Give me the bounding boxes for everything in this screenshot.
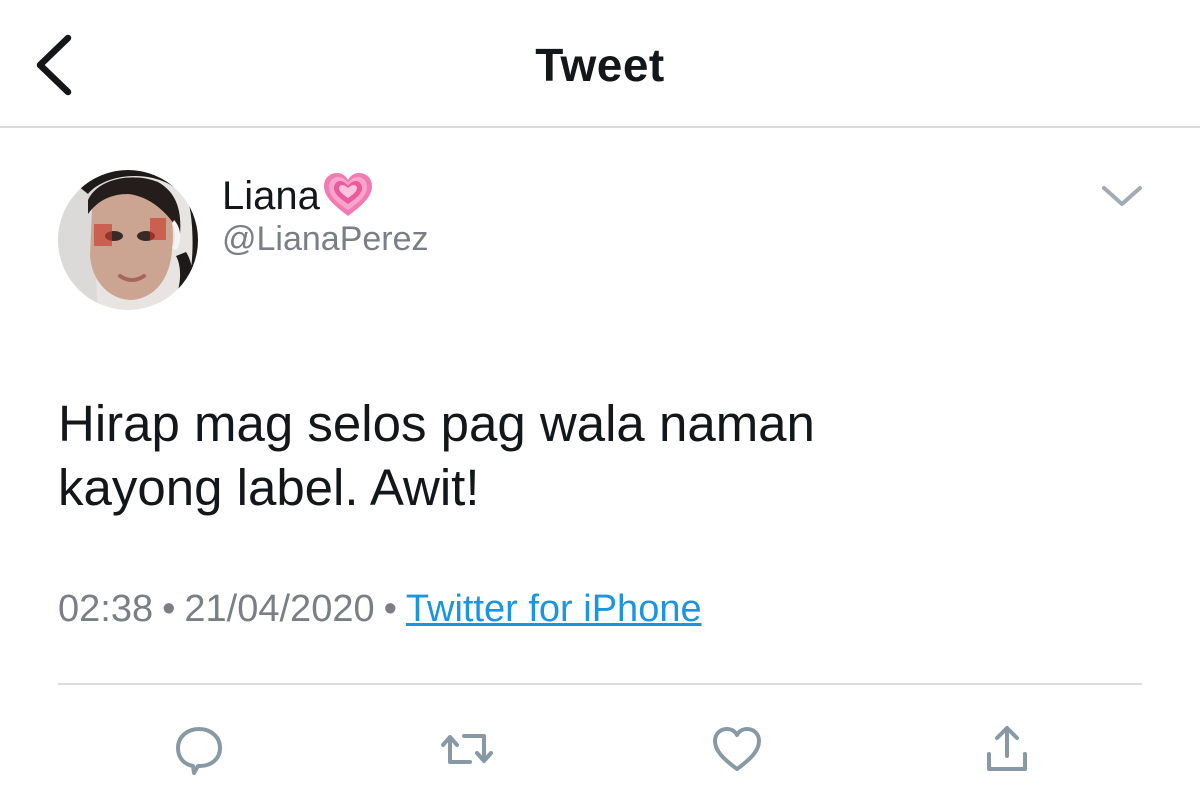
reply-icon — [176, 727, 222, 775]
heart-outline-icon — [713, 727, 761, 771]
reply-button[interactable] — [172, 722, 226, 776]
display-name-text: Liana — [222, 173, 320, 218]
separator-dot: • — [162, 588, 176, 630]
chevron-down-icon — [1102, 186, 1142, 206]
tweet-source-link[interactable]: Twitter for iPhone — [406, 588, 702, 630]
separator-dot: • — [383, 588, 397, 630]
tweet-metadata: 02:38 • 21/04/2020 • Twitter for iPhone — [58, 588, 702, 631]
tweet-text-line-1: Hirap mag selos pag wala naman — [58, 395, 815, 452]
tweet-date: 21/04/2020 — [184, 588, 375, 630]
user-handle[interactable]: @LianaPerez — [222, 220, 429, 259]
tweet-time: 02:38 — [58, 588, 154, 630]
share-button[interactable] — [980, 722, 1034, 776]
divider — [58, 683, 1142, 685]
navigation-bar: Tweet — [0, 0, 1200, 128]
page-title: Tweet — [535, 39, 665, 91]
growing-heart-icon — [323, 173, 372, 216]
retweet-button[interactable] — [440, 722, 494, 776]
retweet-icon — [441, 734, 493, 764]
avatar[interactable] — [58, 170, 198, 310]
more-options-button[interactable] — [1098, 180, 1146, 212]
share-icon — [987, 726, 1027, 771]
tweet-text: Hirap mag selos pag wala naman kayong la… — [58, 392, 1138, 520]
tweet-text-line-2: kayong label. Awit! — [58, 459, 480, 516]
like-button[interactable] — [710, 722, 764, 776]
display-name[interactable]: Liana — [222, 170, 374, 222]
